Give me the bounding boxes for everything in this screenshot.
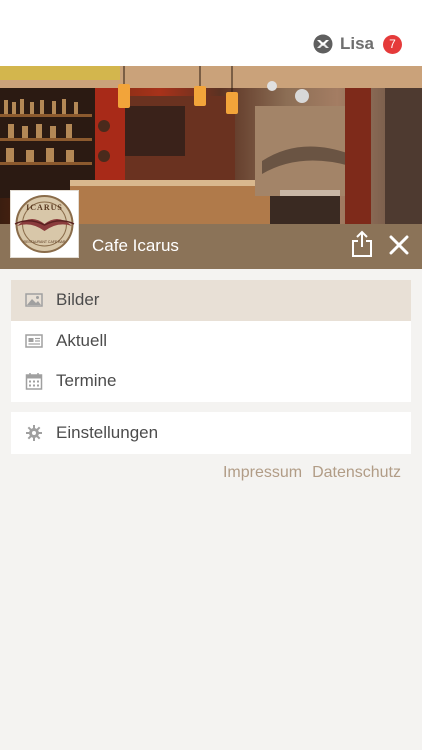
user-name: Lisa	[339, 34, 374, 53]
menu-item-label: Aktuell	[56, 330, 108, 350]
footer-links: Impressum Datenschutz	[223, 464, 401, 482]
menu-item-bilder[interactable]: Bilder	[11, 280, 411, 321]
menu-item-aktuell[interactable]: Aktuell	[11, 321, 411, 362]
calendar-icon	[25, 373, 43, 391]
menu-item-termine[interactable]: Termine	[11, 361, 411, 402]
menu-item-label: Einstellungen	[56, 423, 159, 442]
menu-item-label: Bilder	[56, 290, 100, 310]
menu-item-label: Termine	[56, 371, 117, 391]
image-icon	[25, 293, 43, 308]
settings-menu: Einstellungen	[11, 412, 411, 454]
venue-logo: ICARUS RESTAURANT CAFE BAR	[10, 190, 79, 258]
swirl-logo-icon	[313, 34, 333, 54]
venue-name: Cafe Icarus	[92, 236, 179, 255]
notification-badge[interactable]: 7	[383, 34, 402, 54]
top-bar: Lisa 7	[0, 0, 422, 66]
datenschutz-link[interactable]: Datenschutz	[312, 464, 401, 482]
impressum-link[interactable]: Impressum	[223, 464, 302, 482]
close-icon[interactable]	[388, 234, 410, 256]
share-icon[interactable]	[350, 230, 374, 258]
main-menu: Bilder Aktuell Termine	[11, 280, 411, 402]
user-account[interactable]: Lisa 7	[313, 32, 402, 56]
icarus-logo-emblem: ICARUS RESTAURANT CAFE BAR	[14, 195, 75, 253]
logo-title-text: ICARUS	[26, 203, 63, 212]
gear-icon	[26, 425, 42, 441]
logo-subtitle-text: RESTAURANT CAFE BAR	[24, 240, 66, 244]
menu-item-einstellungen[interactable]: Einstellungen	[11, 412, 411, 454]
newspaper-icon	[25, 334, 43, 348]
